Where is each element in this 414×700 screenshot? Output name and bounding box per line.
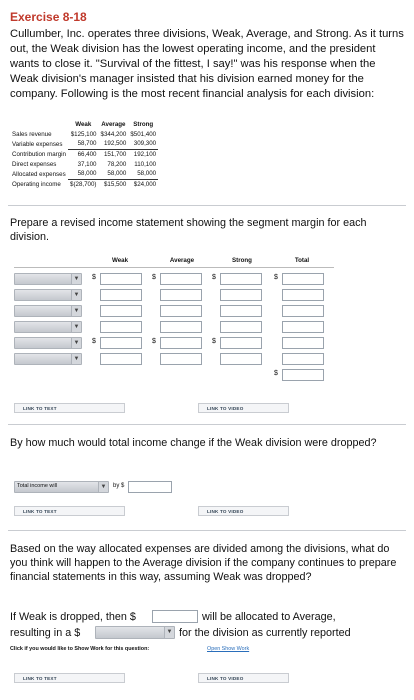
divider (8, 530, 406, 531)
dollar-sign: $ (274, 370, 278, 377)
amount-input[interactable] (220, 337, 262, 349)
divider (8, 424, 406, 425)
chevron-down-icon: ▼ (71, 338, 81, 348)
amount-input[interactable] (282, 353, 324, 365)
allocated-amount-input[interactable] (152, 610, 198, 623)
chevron-down-icon: ▼ (71, 290, 81, 300)
q3-prompt: Based on the way allocated expenses are … (10, 543, 397, 583)
dollar-sign: $ (92, 338, 96, 345)
q3-line1-prefix: If Weak is dropped, then $ (10, 611, 136, 623)
amount-input[interactable] (220, 305, 262, 317)
amount-input[interactable] (100, 321, 142, 333)
income-change-amount-input[interactable] (128, 481, 172, 493)
amount-input[interactable] (220, 353, 262, 365)
table-row: Variable expenses 58,700 192,500 309,300 (12, 139, 159, 150)
exercise-intro: Cullumber, Inc. operates three divisions… (10, 28, 404, 100)
table-row: Allocated expenses 58,000 58,000 58,000 (12, 168, 159, 180)
row-label-select[interactable]: ▼ (14, 353, 82, 365)
row-label-select[interactable]: ▼ (14, 337, 82, 349)
amount-input[interactable] (160, 305, 202, 317)
amount-input[interactable] (220, 273, 262, 285)
q3-line2-suffix: for the division as currently reported (179, 627, 351, 639)
q2-prompt: By how much would total income change if… (10, 437, 377, 449)
link-to-video-button[interactable]: LINK TO VIDEO (198, 403, 289, 413)
header-rule (14, 267, 334, 268)
link-to-text-button[interactable]: LINK TO TEXT (14, 673, 125, 683)
q1-prompt: Prepare a revised income statement showi… (10, 217, 367, 243)
amount-input[interactable] (282, 273, 324, 285)
result-type-select[interactable]: ▼ (95, 626, 175, 639)
divider (8, 205, 406, 206)
amount-input[interactable] (100, 337, 142, 349)
amount-input[interactable] (220, 321, 262, 333)
amount-input[interactable] (282, 369, 324, 381)
amount-input[interactable] (160, 353, 202, 365)
financial-analysis-table: Weak Average Strong Sales revenue $125,1… (10, 120, 159, 189)
col-header: Weak (75, 121, 92, 129)
table-row: Direct expenses 37,100 78,200 110,100 (12, 160, 157, 168)
chevron-down-icon: ▼ (164, 627, 174, 638)
dollar-sign: $ (212, 338, 216, 345)
dollar-sign: $ (274, 274, 278, 281)
col-strong: Strong (232, 257, 252, 264)
total-income-change-select[interactable]: Total income will ▼ (14, 481, 109, 493)
q3-line1-suffix: will be allocated to Average, (202, 611, 336, 623)
amount-input[interactable] (282, 305, 324, 317)
amount-input[interactable] (160, 321, 202, 333)
chevron-down-icon: ▼ (71, 306, 81, 316)
row-label-select[interactable]: ▼ (14, 305, 82, 317)
dollar-sign: $ (152, 338, 156, 345)
col-average: Average (169, 257, 195, 264)
amount-input[interactable] (160, 337, 202, 349)
amount-input[interactable] (100, 353, 142, 365)
amount-input[interactable] (282, 289, 324, 301)
link-to-video-button[interactable]: LINK TO VIDEO (198, 506, 289, 516)
col-header: Strong (133, 121, 154, 129)
table-row: Sales revenue $125,100 $344,200 $501,400 (12, 130, 157, 138)
amount-input[interactable] (100, 305, 142, 317)
chevron-down-icon: ▼ (71, 354, 81, 364)
table-row: Contribution margin 66,400 151,700 192,1… (12, 150, 157, 159)
dollar-sign: $ (212, 274, 216, 281)
amount-input[interactable] (100, 289, 142, 301)
link-to-text-button[interactable]: LINK TO TEXT (14, 403, 125, 413)
amount-input[interactable] (282, 321, 324, 333)
dollar-sign: $ (152, 274, 156, 281)
chevron-down-icon: ▼ (71, 274, 81, 284)
row-label-select[interactable]: ▼ (14, 289, 82, 301)
link-to-video-button[interactable]: LINK TO VIDEO (198, 673, 289, 683)
amount-input[interactable] (220, 289, 262, 301)
col-weak: Weak (111, 257, 129, 264)
dollar-sign: $ (92, 274, 96, 281)
amount-input[interactable] (160, 273, 202, 285)
chevron-down-icon: ▼ (71, 322, 81, 332)
row-label-select[interactable]: ▼ (14, 321, 82, 333)
col-header: Average (101, 121, 126, 129)
exercise-title: Exercise 8-18 (10, 10, 87, 24)
link-to-text-button[interactable]: LINK TO TEXT (14, 506, 125, 516)
amount-input[interactable] (160, 289, 202, 301)
col-total: Total (294, 257, 310, 264)
by-label: by $ (113, 483, 125, 489)
open-show-work-link[interactable]: Open Show Work (207, 646, 249, 652)
table-row: Operating income $(28,700) $15,500 $24,0… (12, 180, 157, 188)
show-work-label: Click if you would like to Show Work for… (10, 646, 150, 652)
row-label-select[interactable]: ▼ (14, 273, 82, 285)
amount-input[interactable] (282, 337, 324, 349)
amount-input[interactable] (100, 273, 142, 285)
chevron-down-icon: ▼ (98, 482, 108, 492)
